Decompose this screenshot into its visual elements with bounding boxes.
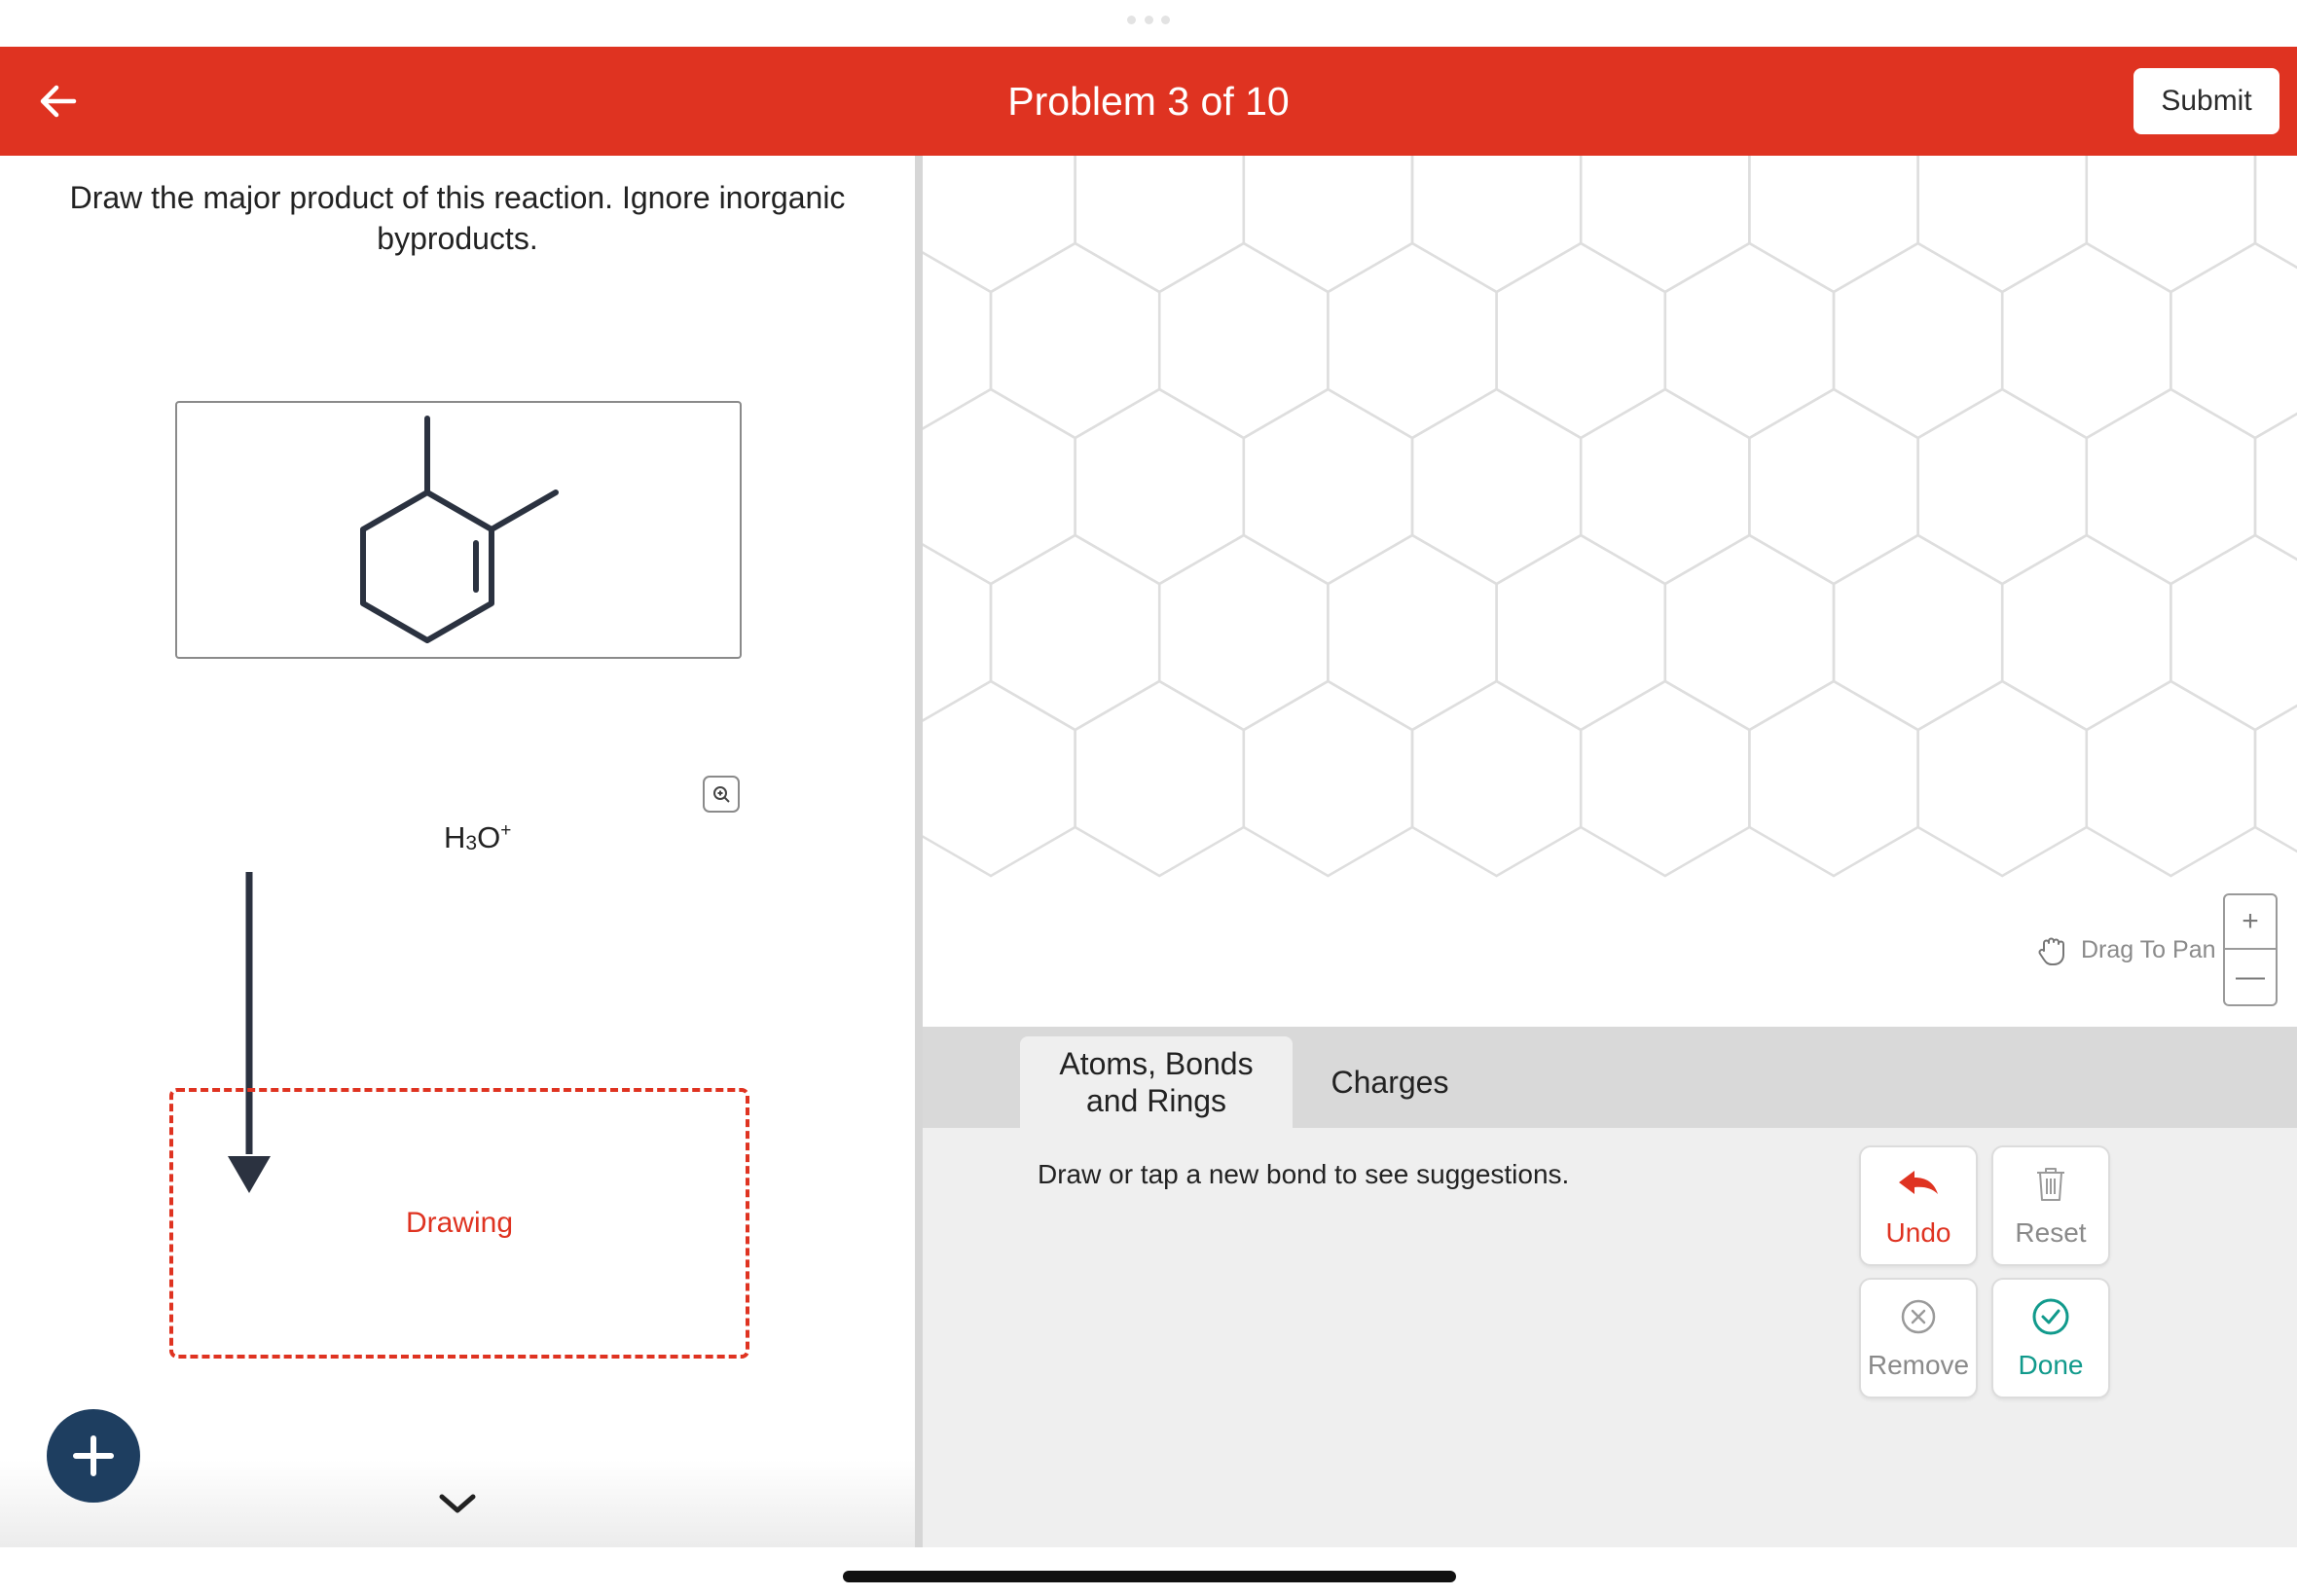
reset-button[interactable]: Reset (1991, 1145, 2110, 1266)
question-prompt: Draw the major product of this reaction.… (69, 180, 846, 256)
add-button[interactable] (47, 1409, 140, 1503)
arrow-left-icon (40, 85, 77, 118)
hex-cell (1663, 533, 1836, 732)
reagent-charge: + (500, 820, 512, 841)
hex-cell (1748, 387, 1919, 586)
plus-icon (73, 1435, 114, 1476)
hex-cell (1663, 241, 1836, 440)
product-placeholder: Drawing (405, 1207, 514, 1239)
remove-label: Remove (1867, 1350, 1970, 1380)
hex-cell (923, 156, 1076, 294)
hex-cell (1242, 387, 1414, 586)
question-panel: Draw the major product of this reaction.… (0, 156, 915, 1547)
back-button[interactable] (27, 70, 90, 132)
hex-cell (1748, 679, 1919, 878)
canvas-zoom-control: + — (2223, 893, 2278, 1006)
drawing-canvas[interactable] (923, 156, 2297, 1027)
zoom-out-button[interactable]: — (2225, 950, 2276, 1004)
magnifier-plus-icon (703, 776, 740, 813)
pan-hint-label: Drag To Pan (2081, 935, 2216, 963)
multitasking-dots[interactable] (1127, 16, 1170, 25)
hex-cell (2000, 533, 2172, 732)
product-drawing-area[interactable]: Drawing (169, 1088, 749, 1359)
check-circle-icon (2032, 1298, 2069, 1335)
tab-charges[interactable]: Charges (1293, 1036, 1487, 1128)
tab-atoms-bonds-rings[interactable]: Atoms, Bonds and Rings (1020, 1036, 1293, 1128)
hex-cell (1579, 156, 1751, 294)
hex-cell (989, 241, 1161, 440)
hex-cell (2169, 241, 2297, 440)
drag-to-pan-hint: Drag To Pan (2034, 926, 2216, 973)
reset-label: Reset (2015, 1217, 2087, 1248)
hex-cell (1157, 533, 1330, 732)
tool-panel: Draw or tap a new bond to see suggestion… (923, 1128, 2297, 1547)
hex-cell (1495, 533, 1667, 732)
hex-cell (1916, 387, 2089, 586)
reagent-label: H3O+ (444, 820, 511, 855)
tool-tabs: Atoms, Bonds and Rings Charges (923, 1027, 2297, 1128)
hex-cell (2085, 679, 2257, 878)
hex-cell (923, 679, 1076, 878)
hex-cell (1157, 241, 1330, 440)
hex-cell (1327, 241, 1498, 440)
hex-cell (923, 387, 1076, 586)
hex-cell (1748, 156, 1919, 294)
hex-cell (2085, 156, 2257, 294)
hex-cell (2000, 241, 2172, 440)
hex-cell (1916, 156, 2089, 294)
hex-cell (1242, 679, 1414, 878)
home-indicator[interactable] (843, 1571, 1456, 1582)
remove-button[interactable]: Remove (1859, 1278, 1978, 1398)
tool-hint: Draw or tap a new bond to see suggestion… (1038, 1159, 1570, 1189)
chevron-down-icon (439, 1494, 476, 1513)
hex-cell (1410, 679, 1583, 878)
hex-cell (2085, 387, 2257, 586)
hex-cell (1832, 533, 2004, 732)
hex-cell (1579, 387, 1751, 586)
reactant-structure[interactable] (175, 401, 742, 659)
hex-cell (1495, 241, 1667, 440)
undo-label: Undo (1885, 1217, 1951, 1248)
hex-cell (1242, 156, 1414, 294)
reagent-sub: 3 (465, 832, 478, 854)
hex-cell (2253, 704, 2297, 853)
done-button[interactable]: Done (1991, 1278, 2110, 1398)
submit-button[interactable]: Submit (2133, 68, 2279, 134)
done-label: Done (2018, 1350, 2084, 1380)
hex-cell (1916, 679, 2089, 878)
trash-icon (2037, 1168, 2064, 1201)
hex-cell (1832, 241, 2004, 440)
undo-button[interactable]: Undo (1859, 1145, 1978, 1266)
hex-grid (923, 156, 2297, 878)
hex-cell (1410, 387, 1583, 586)
zoom-structure-button[interactable] (703, 776, 740, 813)
hex-cell (2253, 156, 2297, 270)
reagent-h: H (444, 820, 466, 854)
hex-cell (1074, 387, 1246, 586)
hex-cell (1074, 679, 1246, 878)
hand-icon (2038, 937, 2064, 965)
hex-cell (1074, 156, 1246, 294)
hex-cell (2169, 533, 2297, 732)
reactant-molecule (360, 416, 559, 643)
expand-chevron[interactable] (436, 1489, 479, 1518)
hex-cell (989, 533, 1161, 732)
reagent-o: O (477, 820, 501, 854)
hex-cell (1327, 533, 1498, 732)
app-header: Problem 3 of 10 Submit (0, 47, 2297, 156)
zoom-in-button[interactable]: + (2225, 895, 2276, 950)
remove-circle-icon (1901, 1299, 1936, 1334)
page-title: Problem 3 of 10 (1007, 79, 1290, 124)
hex-cell (1579, 679, 1751, 878)
hex-cell (1410, 156, 1583, 294)
undo-icon (1899, 1171, 1938, 1194)
panel-divider[interactable] (915, 156, 923, 1547)
